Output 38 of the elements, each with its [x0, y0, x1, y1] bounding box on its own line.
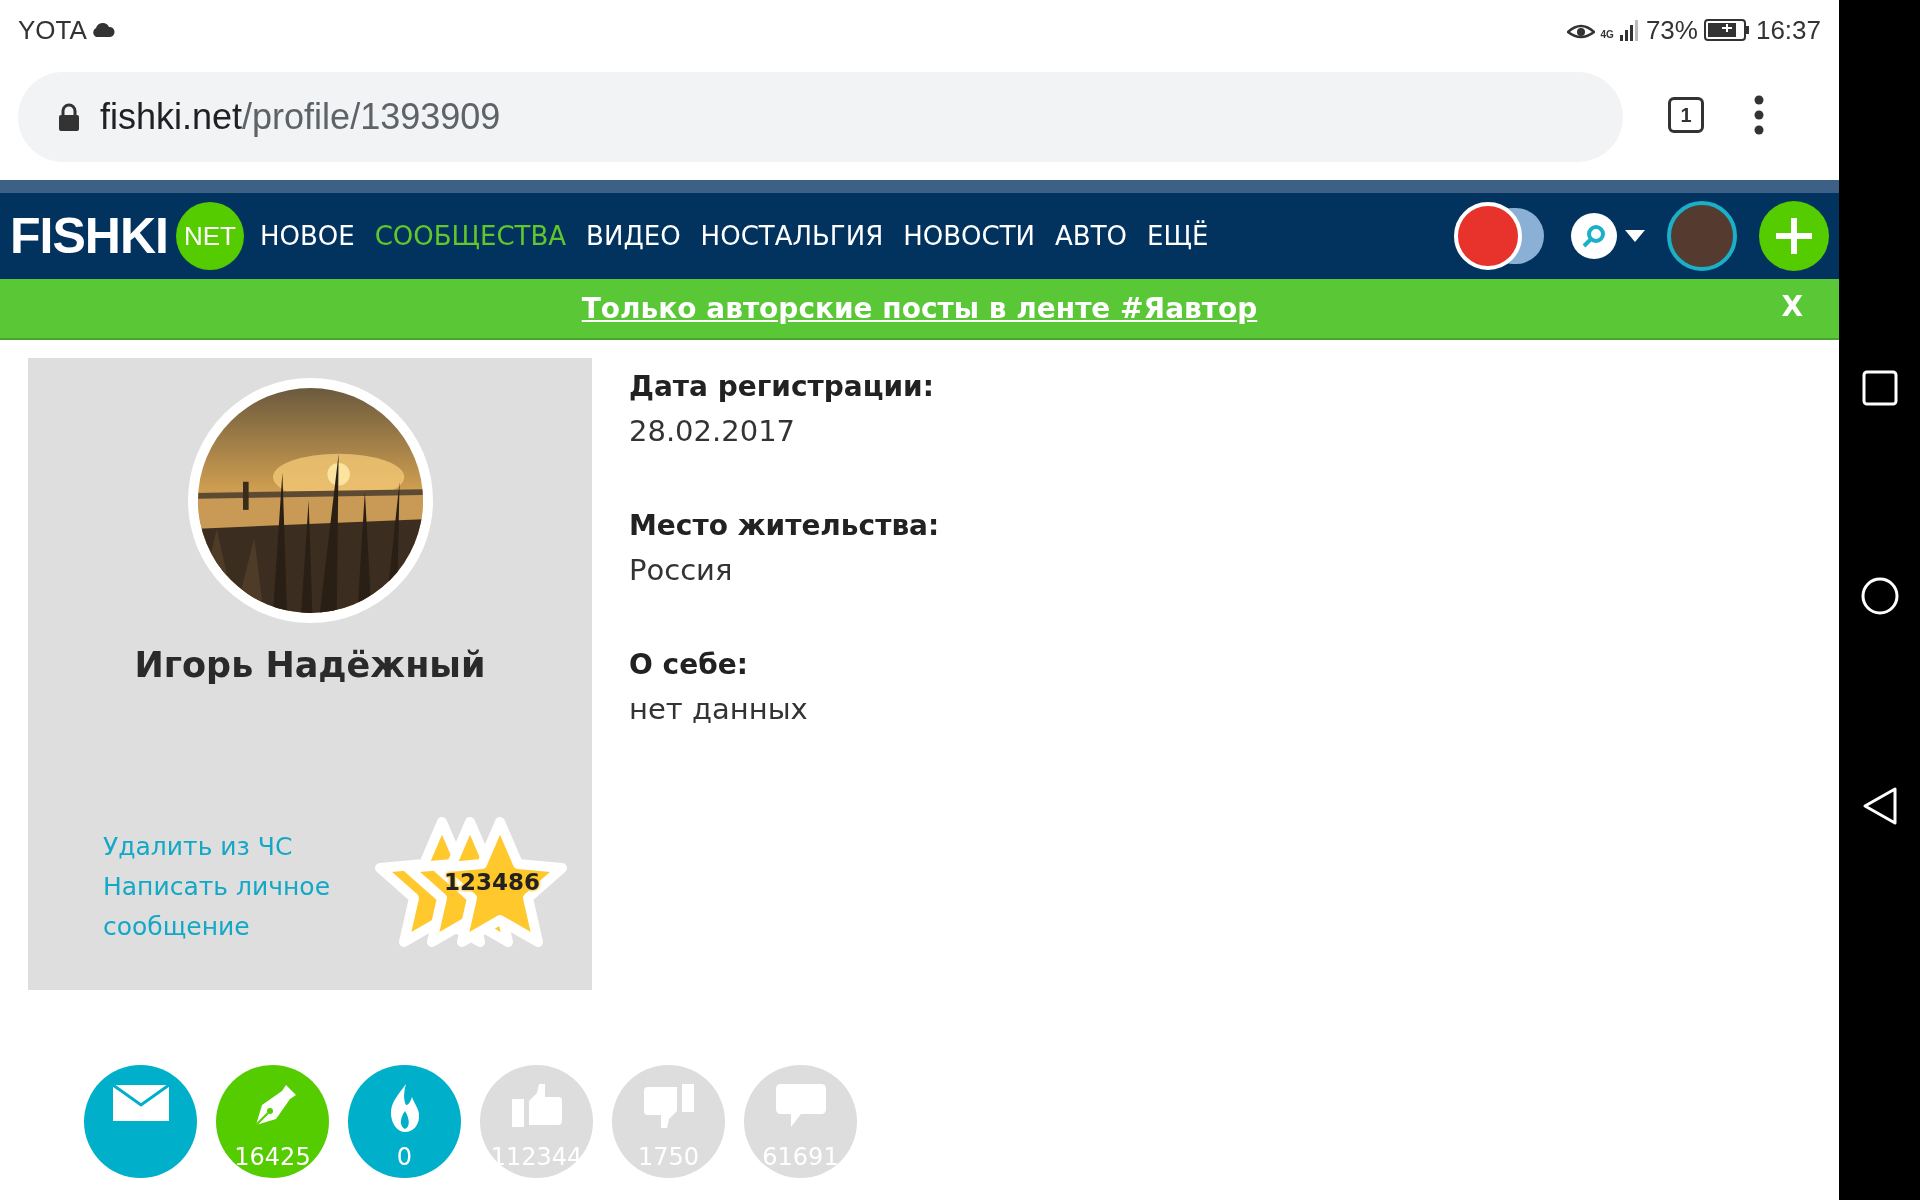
nav-menu-item[interactable]: НОВОСТИ — [903, 221, 1036, 251]
field-value: 28.02.2017 — [629, 413, 797, 450]
network-type: 4G — [1600, 28, 1614, 40]
thumbs-down-icon — [642, 1083, 695, 1129]
battery-percent: 73% — [1645, 14, 1698, 46]
back-icon[interactable] — [1861, 786, 1898, 826]
field-value: Россия — [629, 552, 734, 589]
battery-icon — [1703, 19, 1750, 41]
nav-menu-item[interactable]: СООБЩЕСТВА — [374, 221, 567, 251]
home-icon[interactable] — [1859, 576, 1900, 616]
field-value: нет данных — [629, 691, 809, 728]
field-label: О себе: — [629, 647, 749, 683]
recent-apps-icon[interactable] — [1861, 370, 1898, 406]
tab-count-button[interactable]: 1 — [1668, 97, 1704, 133]
caret-icon[interactable] — [1625, 230, 1645, 242]
carrier-name: YOTA — [18, 14, 87, 46]
plus-icon — [1774, 216, 1814, 256]
field-label: Место жительства: — [629, 508, 940, 544]
url-field[interactable]: fishki.net/profile/1393909 — [18, 72, 1623, 162]
more-menu-icon[interactable] — [1754, 95, 1764, 135]
nav-menu-item[interactable]: АВТО — [1055, 221, 1127, 251]
clock: 16:37 — [1755, 14, 1821, 46]
profile-name: Игорь Надёжный — [134, 645, 486, 685]
search-button[interactable] — [1571, 213, 1617, 259]
cloud-icon — [90, 23, 115, 37]
nav-menu-item[interactable]: НОСТАЛЬГИЯ — [700, 221, 884, 251]
search-icon — [1581, 223, 1607, 249]
lock-icon — [58, 103, 80, 131]
nav-menu-item[interactable]: ВИДЕО — [586, 221, 681, 251]
signal-icon — [1619, 19, 1640, 41]
speech-bubble-icon — [774, 1083, 827, 1129]
thumbs-up-icon — [510, 1083, 563, 1129]
nav-menu-item[interactable]: ЕЩЁ — [1147, 221, 1209, 251]
site-logo[interactable]: FISHKI — [10, 207, 168, 265]
logo-badge: NET — [175, 202, 244, 270]
nav-menu-item[interactable]: НОВОЕ — [259, 221, 355, 251]
envelope-icon — [111, 1083, 170, 1123]
field-label: Дата регистрации: — [629, 369, 935, 405]
